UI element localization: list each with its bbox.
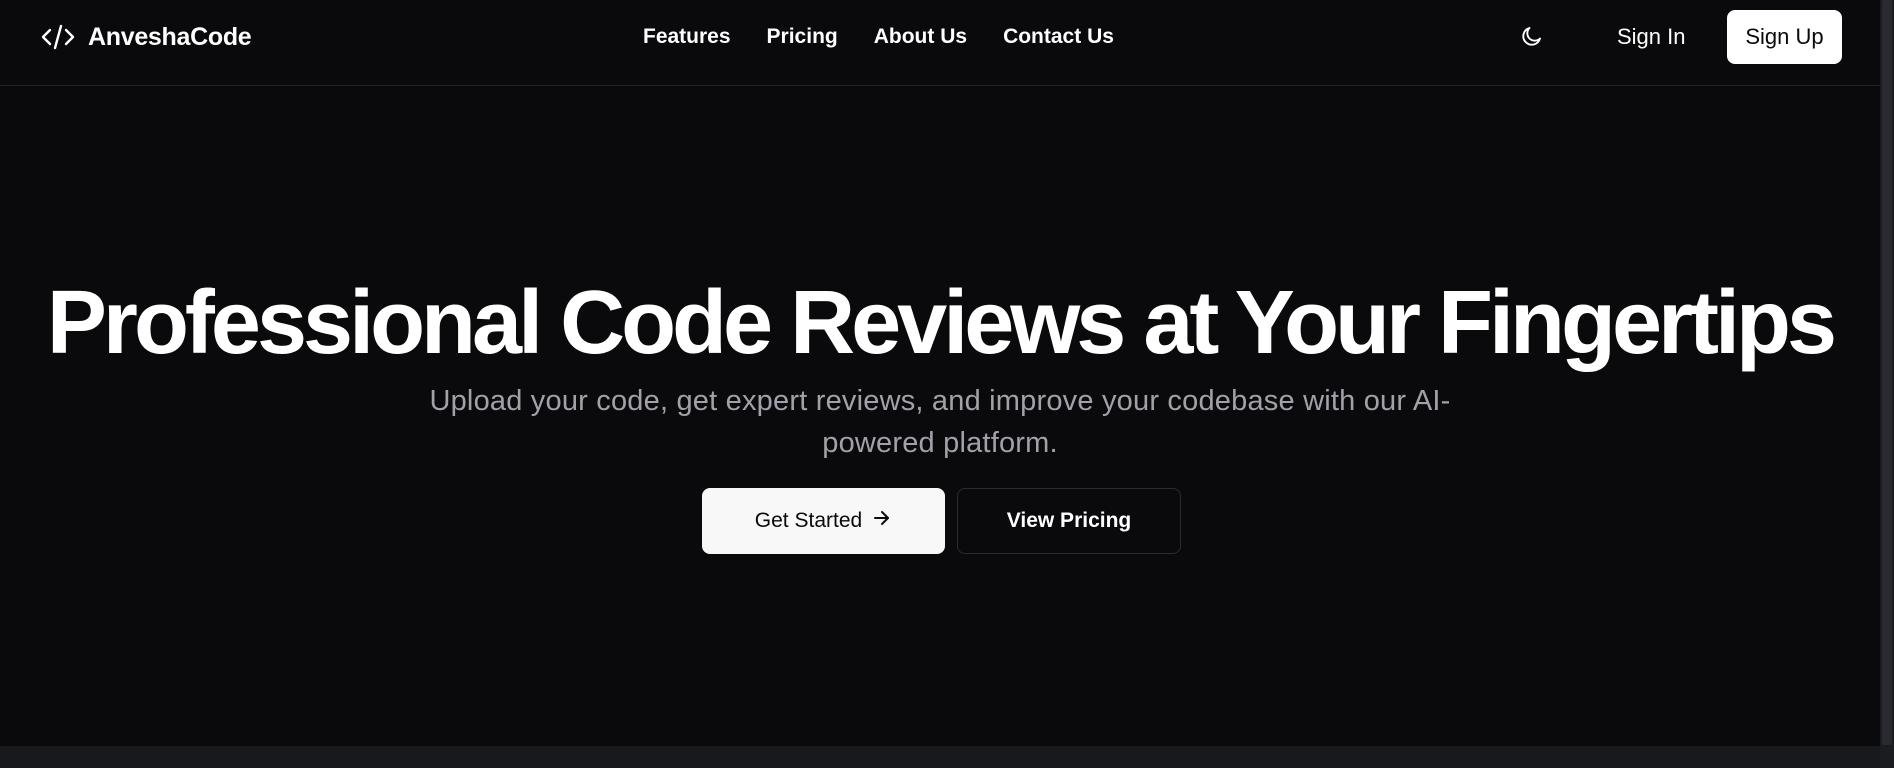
sign-up-button[interactable]: Sign Up (1727, 10, 1842, 64)
hero-title: Professional Code Reviews at Your Finger… (46, 273, 1837, 373)
moon-icon (1520, 24, 1544, 53)
code-icon (40, 22, 76, 52)
arrow-right-icon (872, 508, 892, 534)
theme-toggle-button[interactable] (1517, 23, 1547, 53)
nav-link-contact-us[interactable]: Contact Us (1003, 25, 1114, 49)
next-section-edge (0, 746, 1880, 768)
main-nav: Features Pricing About Us Contact Us (643, 20, 1114, 54)
brand-logo-link[interactable]: AnveshaCode (40, 20, 252, 54)
sign-in-button[interactable]: Sign In (1617, 20, 1686, 54)
get-started-label: Get Started (754, 509, 863, 532)
get-started-button[interactable]: Get Started (702, 488, 945, 554)
scrollbar-thumb[interactable] (1882, 0, 1892, 745)
top-navbar: AnveshaCode Features Pricing About Us Co… (0, 0, 1880, 86)
landing-page: AnveshaCode Features Pricing About Us Co… (0, 0, 1894, 768)
hero-subtitle: Upload your code, get expert reviews, an… (429, 385, 1451, 459)
nav-link-about-us[interactable]: About Us (874, 25, 967, 49)
view-pricing-button[interactable]: View Pricing (957, 488, 1181, 554)
nav-link-pricing[interactable]: Pricing (767, 25, 838, 49)
hero-cta-group: Get Started View Pricing (702, 488, 1181, 554)
nav-link-features[interactable]: Features (643, 25, 731, 49)
brand-name: AnveshaCode (88, 22, 252, 51)
page-scrollbar[interactable] (1880, 0, 1894, 768)
